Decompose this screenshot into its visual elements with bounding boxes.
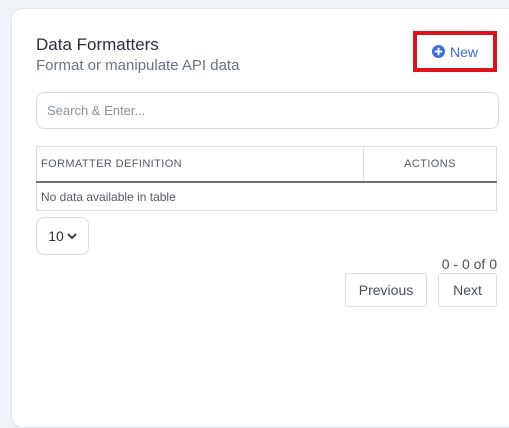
page-subtitle: Format or manipulate API data [36, 57, 240, 74]
plus-circle-icon [431, 45, 445, 58]
new-button-label: New [449, 43, 478, 60]
data-formatters-panel: Data Formatters Format or manipulate API… [11, 8, 509, 428]
page-title: Data Formatters [36, 35, 159, 54]
table-header-row: FORMATTER DEFINITION ACTIONS [36, 146, 497, 183]
previous-button[interactable]: Previous [345, 273, 427, 307]
column-header-actions: ACTIONS [363, 146, 497, 183]
page-size-value: 10 [48, 228, 64, 244]
new-button[interactable]: New [420, 38, 490, 65]
pagination-range: 0 - 0 of 0 [441, 256, 497, 272]
column-header-formatter-definition[interactable]: FORMATTER DEFINITION [36, 146, 364, 183]
page-size-select[interactable]: 10 [36, 217, 89, 255]
formatters-table: FORMATTER DEFINITION ACTIONS No data ava… [36, 146, 497, 211]
chevron-down-icon [67, 232, 77, 239]
search-input[interactable] [36, 92, 499, 129]
empty-table-message: No data available in table [36, 181, 497, 211]
next-button[interactable]: Next [438, 273, 497, 307]
table-row: No data available in table [36, 181, 497, 211]
